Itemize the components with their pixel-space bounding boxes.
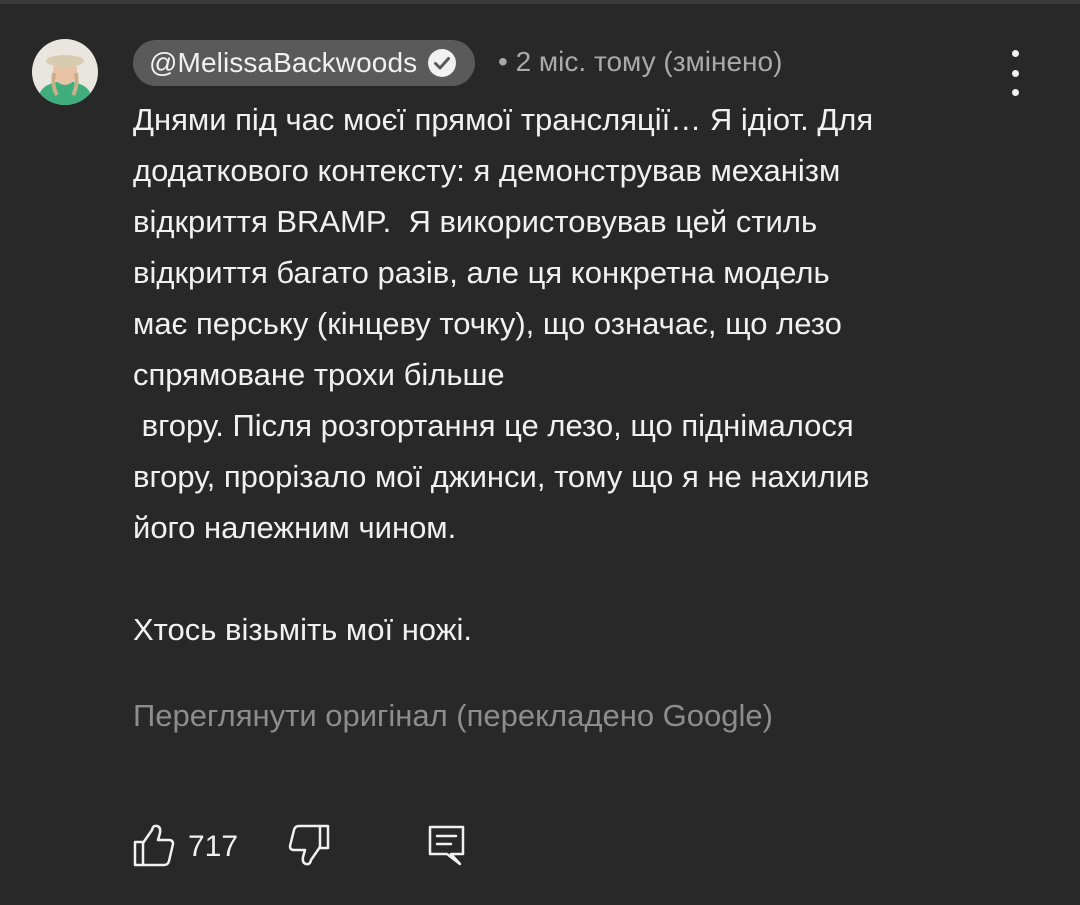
comment-actions: 717	[133, 822, 533, 872]
comment-line: вгору. Після розгортання це лезо, що під…	[133, 408, 854, 443]
comment-line: його належним чином.	[133, 510, 457, 545]
comment-meta: • 2 міс. тому (змінено)	[498, 46, 783, 77]
avatar[interactable]	[32, 39, 98, 105]
comment-line: Хтось візьміть мої ножі.	[133, 612, 472, 647]
reply-comment-icon[interactable]	[427, 824, 467, 868]
author-name[interactable]: @MelissaBackwoods	[149, 47, 417, 79]
thumb-up-icon[interactable]	[133, 822, 175, 868]
comment-line: має перську (кінцеву точку), що означає,…	[133, 306, 842, 341]
avatar-photo-icon	[32, 39, 98, 105]
comment-line: додаткового контексту: я демонстрував ме…	[133, 153, 841, 188]
more-vertical-icon[interactable]	[1000, 50, 1030, 96]
comment-line: відкриття багато разів, але ця конкретна…	[133, 255, 830, 290]
comment-text: Днями під час моєї прямої трансляції… Я …	[133, 94, 1033, 655]
verified-check-icon	[427, 48, 457, 78]
comment-line-blank	[133, 553, 1033, 604]
author-chip[interactable]: @MelissaBackwoods	[133, 40, 476, 86]
see-original-link[interactable]: Переглянути оригінал (перекладено Google…	[133, 692, 773, 740]
comment-line: відкриття BRAMP. Я використовував цей ст…	[133, 204, 818, 239]
thumb-down-icon[interactable]	[288, 824, 330, 868]
like-count: 717	[188, 830, 239, 863]
top-divider	[0, 0, 1080, 4]
comment-line: спрямоване трохи більше	[133, 357, 505, 392]
comment-line: вгору, прорізало мої джинси, тому що я н…	[133, 459, 870, 494]
comment-line: Днями під час моєї прямої трансляції… Я …	[133, 102, 874, 137]
